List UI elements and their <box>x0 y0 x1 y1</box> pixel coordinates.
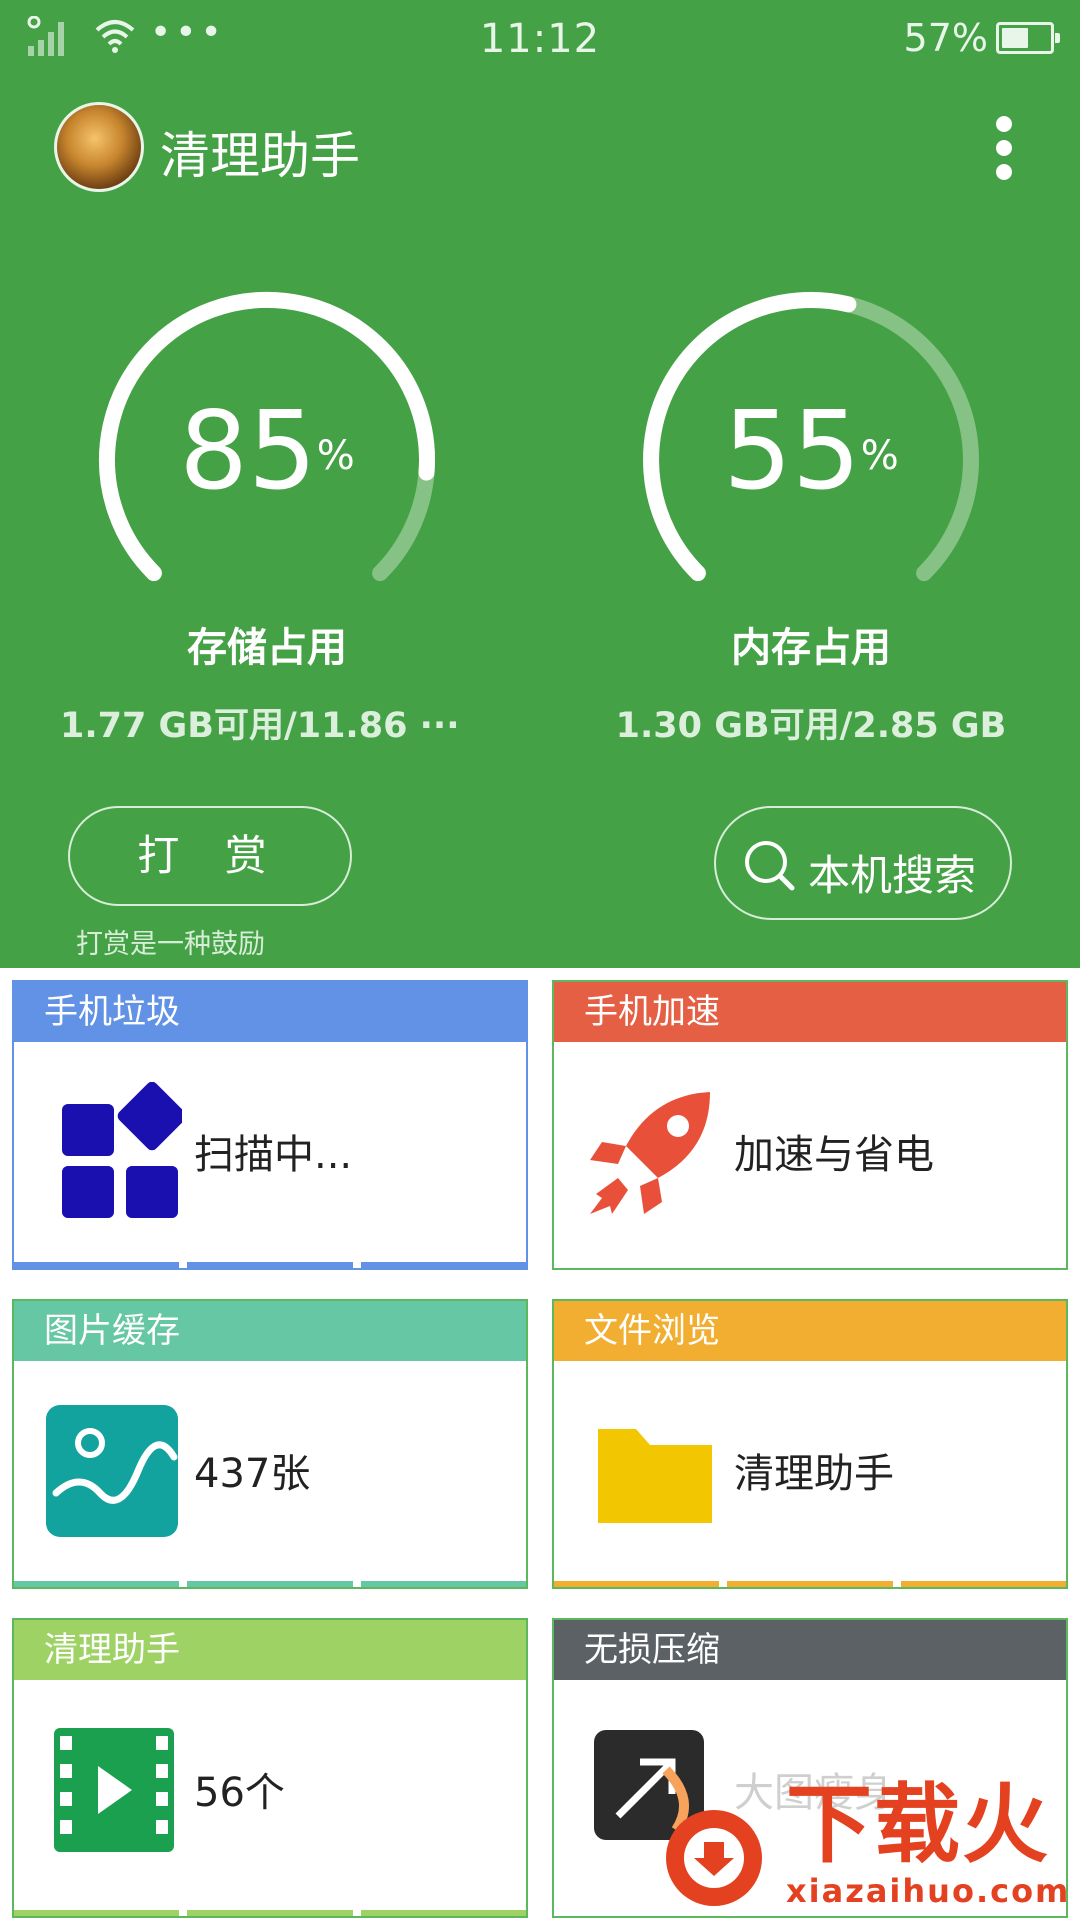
card-status: 加速与省电 <box>734 1132 934 1178</box>
card-status: 扫描中... <box>194 1132 353 1178</box>
battery-icon <box>996 22 1060 54</box>
search-button-label: 本机搜索 <box>808 851 977 900</box>
memory-label: 内存占用 <box>731 625 891 671</box>
watermark-domain: xiazaihuo.com <box>786 1872 1071 1910</box>
card-title: 无损压缩 <box>554 1620 1066 1680</box>
card-video[interactable]: 清理助手 56个 <box>12 1618 528 1918</box>
card-phone-junk[interactable]: 手机垃圾 扫描中... <box>12 980 528 1270</box>
battery-nub <box>1055 33 1060 43</box>
search-icon <box>745 841 795 891</box>
reward-caption: 打赏是一种鼓励 <box>76 929 265 960</box>
folder-icon <box>598 1429 712 1523</box>
rocket-icon <box>590 1092 710 1214</box>
card-file-browser[interactable]: 文件浏览 清理助手 <box>552 1299 1068 1589</box>
storage-info: 1.77 GB可用/11.86 ··· <box>60 706 460 746</box>
storage-percent: 85% <box>179 389 355 514</box>
battery-fill <box>1002 28 1028 48</box>
memory-info: 1.30 GB可用/2.85 GB <box>615 706 1007 746</box>
watermark-flame-icon <box>662 1766 762 1906</box>
card-status: 清理助手 <box>734 1451 894 1497</box>
picture-icon <box>46 1405 178 1537</box>
card-status: 56个 <box>194 1770 285 1816</box>
memory-gauge[interactable]: 55% 内存占用 1.30 GB可用/2.85 GB <box>596 245 1026 746</box>
card-progress-bar <box>14 1581 526 1587</box>
reward-button[interactable]: 打 赏 <box>68 806 352 906</box>
card-progress-bar <box>14 1262 526 1268</box>
card-status: 437张 <box>194 1451 311 1497</box>
storage-gauge[interactable]: 85% 存储占用 1.77 GB可用/11.86 ··· <box>52 245 482 746</box>
video-icon <box>54 1728 174 1852</box>
storage-label: 存储占用 <box>187 625 347 671</box>
local-search-button[interactable]: 本机搜索 <box>714 806 1012 920</box>
card-title: 文件浏览 <box>554 1301 1066 1361</box>
memory-percent: 55% <box>723 389 899 514</box>
watermark-logo: 下载火 xiazaihuo.com <box>636 1740 1080 1920</box>
apps-grid-icon <box>62 1082 182 1218</box>
card-image-cache[interactable]: 图片缓存 437张 <box>12 1299 528 1589</box>
battery-percent: 57% <box>903 16 988 60</box>
more-menu-icon[interactable] <box>990 116 1018 184</box>
card-title: 清理助手 <box>14 1620 526 1680</box>
watermark-brand: 下载火 <box>786 1775 1050 1875</box>
card-title: 图片缓存 <box>14 1301 526 1361</box>
card-title: 手机加速 <box>554 982 1066 1042</box>
card-progress-bar <box>554 1581 1066 1587</box>
card-progress-bar <box>14 1910 526 1916</box>
avatar[interactable] <box>54 102 144 192</box>
app-title: 清理助手 <box>160 127 360 185</box>
header-panel: ••• 11:12 57% 清理助手 85% 存储占用 1.77 GB可用/11… <box>0 0 1080 968</box>
card-title: 手机垃圾 <box>14 982 526 1042</box>
status-bar: ••• 11:12 57% <box>0 0 1080 76</box>
card-phone-boost[interactable]: 手机加速 加速与省电 <box>552 980 1068 1270</box>
